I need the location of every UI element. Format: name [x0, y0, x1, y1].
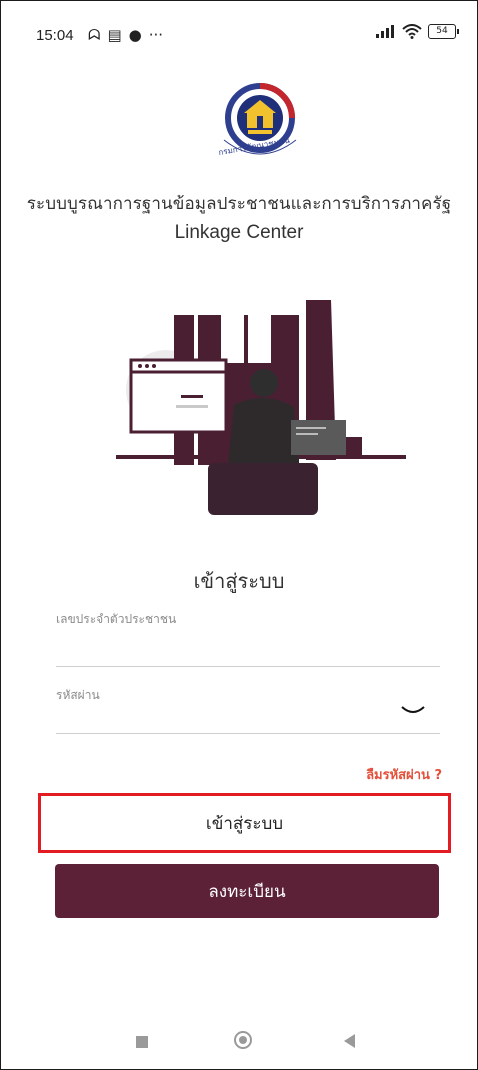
- status-bar: 15:04 ᗣ ▤ ● ··· 54: [0, 0, 478, 60]
- citizen-id-label: เลขประจำตัวประชาชน: [56, 612, 177, 626]
- messages-icon: ▤: [107, 26, 122, 44]
- signal-icon: [376, 25, 394, 38]
- wifi-icon: [402, 24, 422, 39]
- system-title: ระบบบูรณาการฐานข้อมูลประชาชนและการบริการ…: [26, 194, 452, 213]
- password-underline: [56, 733, 440, 734]
- password-input[interactable]: [56, 704, 400, 732]
- notification-icon: ᗣ: [88, 26, 101, 44]
- battery-icon: 54: [428, 24, 459, 39]
- status-left-icons: ᗣ ▤ ● ···: [88, 26, 163, 44]
- workspace-illustration: [116, 300, 406, 515]
- password-label: รหัสผ่าน: [56, 688, 100, 702]
- login-title: เข้าสู่ระบบ: [193, 569, 285, 593]
- forgot-password-link[interactable]: ลืมรหัสผ่าน ?: [366, 764, 442, 785]
- recent-apps-icon[interactable]: [136, 1036, 148, 1048]
- status-right-icons: 54: [376, 24, 459, 39]
- system-subtitle: Linkage Center: [174, 222, 304, 243]
- chat-icon: ●: [128, 26, 142, 44]
- citizen-id-underline: [56, 666, 440, 667]
- back-icon[interactable]: [344, 1034, 355, 1048]
- home-icon[interactable]: [234, 1031, 252, 1049]
- citizen-id-input[interactable]: [56, 634, 400, 662]
- more-icon: ···: [148, 26, 164, 44]
- android-nav-bar: [0, 1020, 478, 1068]
- login-button[interactable]: เข้าสู่ระบบ: [38, 793, 451, 853]
- register-button[interactable]: ลงทะเบียน: [55, 864, 439, 918]
- status-time: 15:04: [36, 27, 74, 44]
- eye-closed-icon[interactable]: [400, 703, 426, 717]
